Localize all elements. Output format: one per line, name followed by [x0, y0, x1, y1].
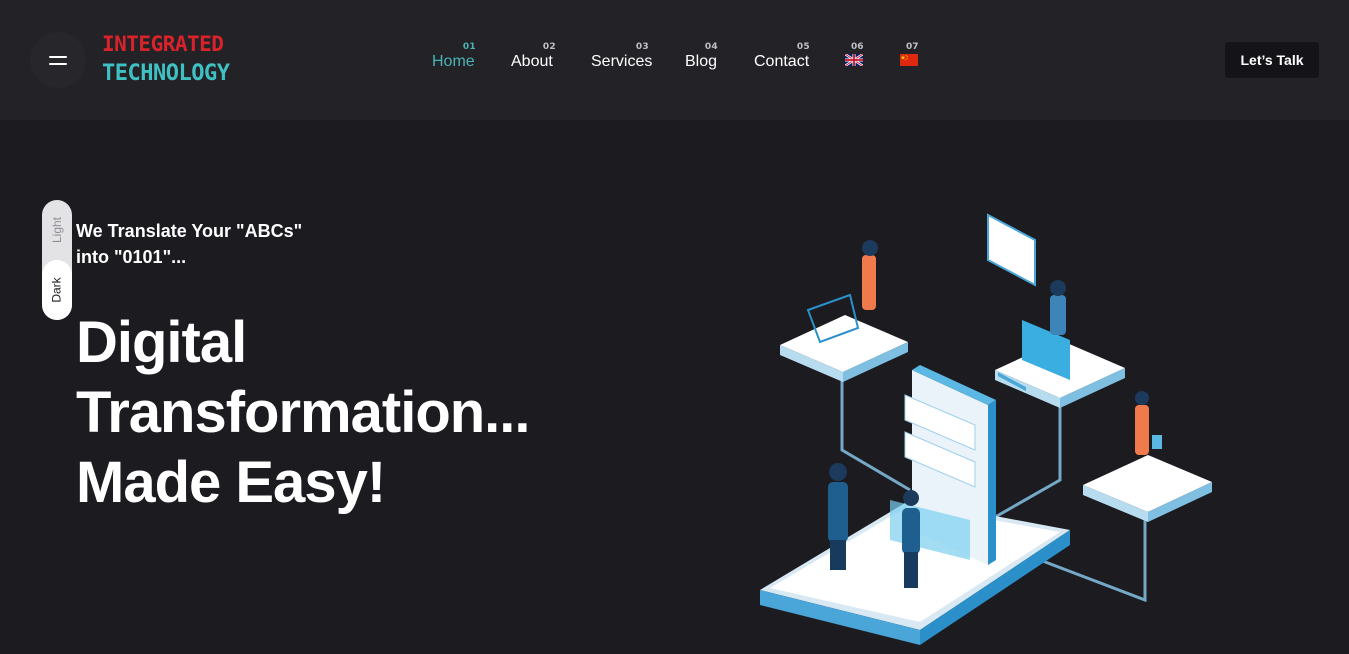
nav-label: Services	[591, 53, 653, 70]
site-logo[interactable]: INTEGRATED TECHNOLOGY	[102, 32, 272, 90]
nav-label: Blog	[685, 53, 718, 70]
hamburger-menu-icon	[49, 56, 67, 58]
hamburger-menu-icon-bar	[49, 63, 67, 65]
nav-blog[interactable]: 04 Blog	[685, 40, 718, 80]
hero-illustration	[760, 213, 1212, 645]
logo-line-1: INTEGRATED	[102, 32, 224, 56]
bags-platform	[1083, 391, 1212, 522]
nav-number: 07	[906, 42, 919, 52]
uk-flag-icon[interactable]	[845, 54, 863, 66]
hamburger-menu-button[interactable]	[30, 32, 86, 88]
shopping-platform	[780, 240, 908, 382]
nav-number: 06	[851, 42, 864, 52]
site-header: INTEGRATED TECHNOLOGY 01 Home 02 About 0…	[0, 0, 1349, 120]
china-flag-icon[interactable]	[900, 54, 918, 66]
hero-tagline: We Translate Your "ABCs" into "0101"...	[76, 221, 303, 267]
theme-light-label: Light	[50, 216, 64, 244]
nav-number: 02	[542, 42, 556, 52]
nav-label: About	[511, 53, 553, 70]
nav-number: 03	[635, 42, 649, 52]
logo-line-2: TECHNOLOGY	[102, 61, 230, 86]
theme-toggle[interactable]: Light Dark	[42, 200, 72, 320]
lets-talk-button[interactable]: Let’s Talk	[1225, 42, 1319, 78]
nav-about[interactable]: 02 About	[511, 40, 556, 80]
theme-dark-label: Dark	[50, 277, 64, 303]
hero-headline: Digital Transformation... Made Easy!	[76, 308, 636, 518]
nav-home[interactable]: 01 Home	[432, 40, 476, 80]
theme-option-dark[interactable]: Dark	[42, 260, 72, 320]
nav-number: 01	[462, 42, 476, 52]
nav-number: 04	[704, 42, 718, 52]
desk-platform	[995, 280, 1125, 408]
headline-line-1: Digital	[76, 310, 247, 375]
headline-line-2: Transformation...	[76, 380, 531, 445]
nav-label: Home	[432, 53, 475, 70]
nav-contact[interactable]: 05 Contact	[754, 40, 810, 80]
nav-number: 05	[796, 42, 810, 52]
theme-option-light[interactable]: Light	[42, 200, 72, 260]
nav-services[interactable]: 03 Services	[591, 40, 653, 80]
headline-line-3: Made Easy!	[76, 450, 386, 515]
nav-label: Contact	[754, 53, 810, 70]
